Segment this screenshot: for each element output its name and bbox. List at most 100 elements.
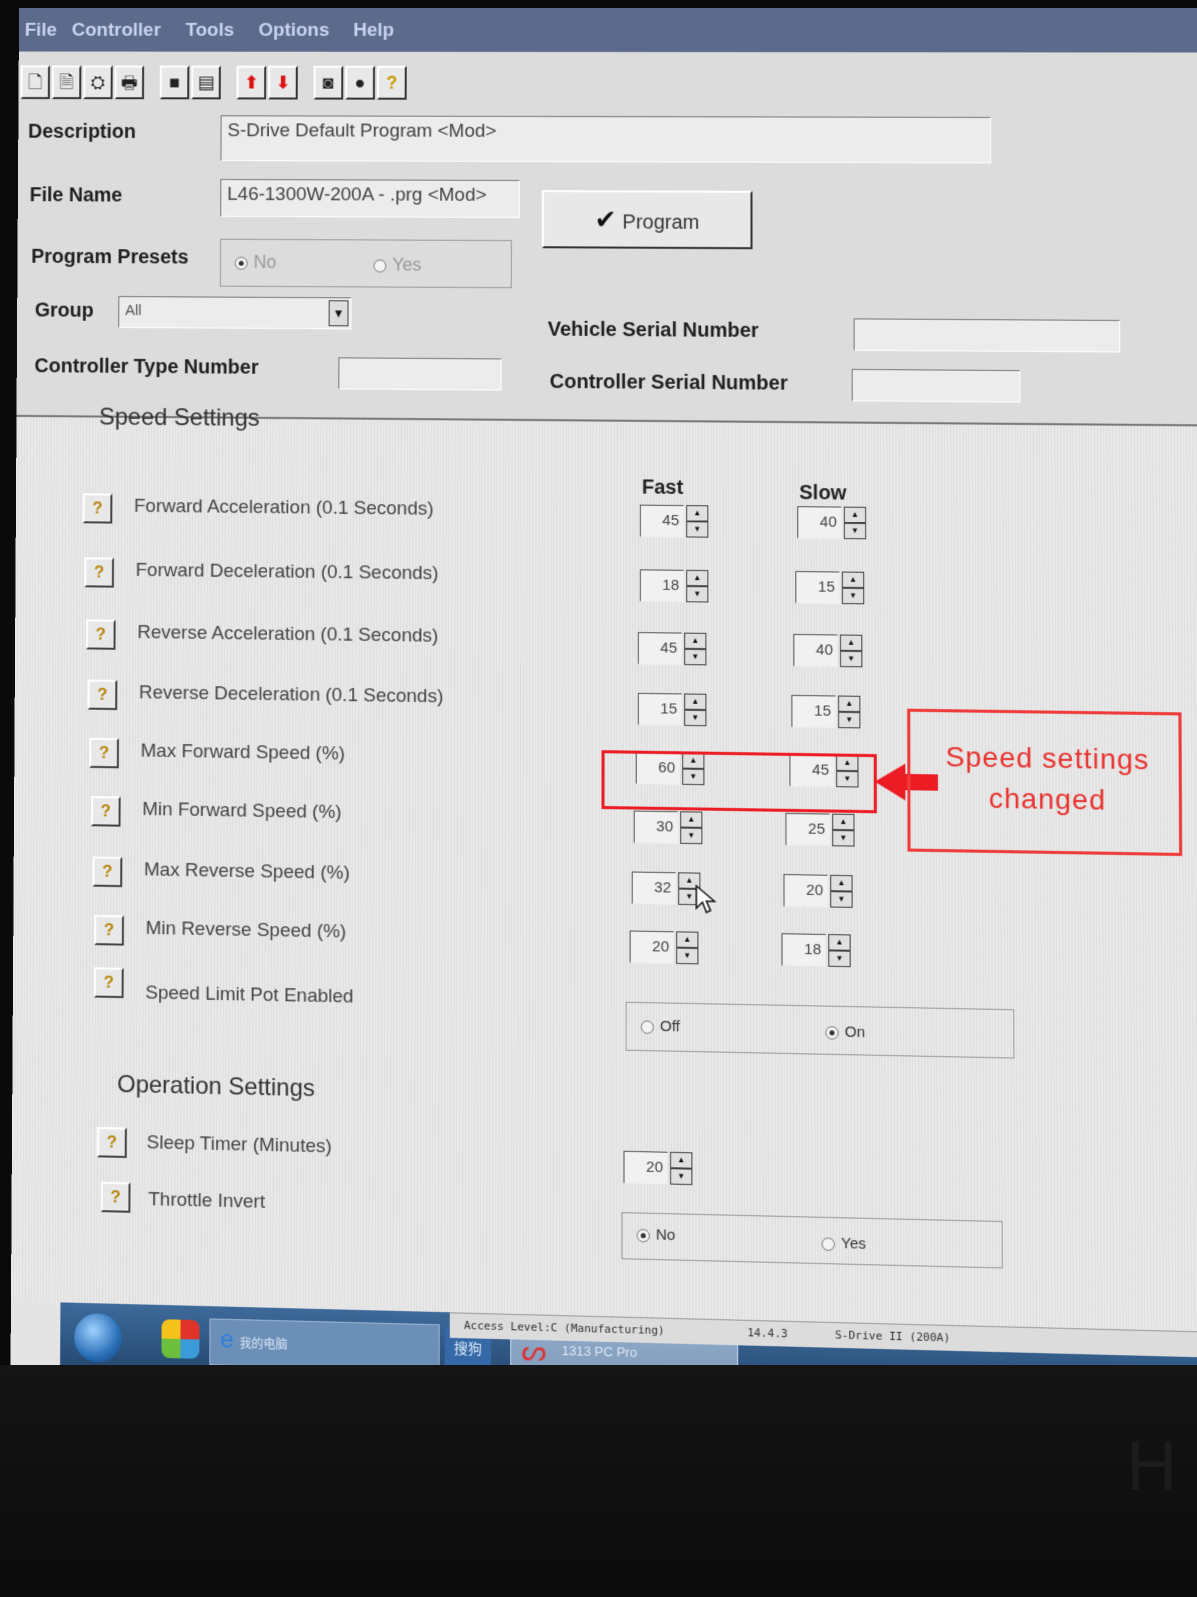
chevron-down-icon[interactable]: ▼	[328, 300, 349, 327]
help-button[interactable]: ?	[82, 493, 113, 524]
program-button[interactable]: ✔ Program	[541, 190, 753, 250]
fast-value-field[interactable]: 15	[637, 692, 683, 726]
help-button[interactable]: ?	[89, 737, 119, 769]
slow-value-spinner[interactable]: 18 ▲ ▼	[781, 933, 853, 968]
presets-no-radio[interactable]: No	[234, 252, 276, 273]
write-arrow-down-icon[interactable]: ⬇	[268, 65, 298, 100]
spin-down-icon[interactable]: ▼	[686, 521, 709, 538]
start-button-icon[interactable]	[73, 1312, 122, 1363]
pot-help-button[interactable]: ?	[93, 967, 124, 999]
fast-value-spinner[interactable]: 45 ▲ ▼	[639, 504, 711, 538]
fast-value-field[interactable]: 18	[639, 569, 685, 603]
spin-up-icon[interactable]: ▲	[830, 874, 853, 892]
app-launcher-icon[interactable]	[161, 1319, 200, 1359]
spin-up-icon[interactable]: ▲	[838, 695, 861, 713]
open-file-icon[interactable]: 🗎	[51, 65, 82, 100]
spin-up-icon[interactable]: ▲	[828, 934, 851, 951]
pot-off-radio[interactable]: Off	[640, 1017, 680, 1035]
spin-up-icon[interactable]: ▲	[832, 813, 855, 831]
throttle-no-radio[interactable]: No	[636, 1226, 675, 1244]
fast-value-spinner[interactable]: 20 ▲ ▼	[629, 930, 701, 965]
lock-icon[interactable]: ●	[345, 65, 376, 100]
spin-down-icon[interactable]: ▼	[828, 950, 851, 968]
sleep-timer-value[interactable]: 20	[623, 1150, 669, 1185]
spin-down-icon[interactable]: ▼	[841, 587, 865, 605]
fast-value-spinner[interactable]: 18 ▲ ▼	[639, 569, 711, 603]
spin-up-icon[interactable]: ▲	[676, 931, 699, 949]
spin-up-icon[interactable]: ▲	[841, 571, 865, 589]
slow-value-field[interactable]: 40	[793, 633, 838, 668]
fast-value-field[interactable]: 45	[639, 504, 685, 538]
menu-help[interactable]: Help	[353, 20, 394, 42]
new-file-icon[interactable]: 🗋	[20, 65, 51, 100]
fast-value-field[interactable]: 45	[637, 632, 683, 666]
throttle-help-button[interactable]: ?	[100, 1181, 131, 1213]
help-button[interactable]: ?	[90, 796, 121, 827]
spin-down-icon[interactable]: ▼	[838, 711, 861, 729]
slow-value-field[interactable]: 40	[797, 506, 842, 540]
spin-up-icon[interactable]: ▲	[670, 1151, 693, 1169]
spin-up-icon[interactable]: ▲	[839, 634, 863, 652]
spin-down-icon[interactable]: ▼	[684, 709, 707, 727]
slow-value-spinner[interactable]: 25 ▲ ▼	[785, 812, 856, 847]
help-button[interactable]: ?	[87, 679, 118, 711]
slow-value-field[interactable]: 18	[781, 933, 827, 967]
spin-up-icon[interactable]: ▲	[686, 569, 709, 587]
slow-value-spinner[interactable]: 40 ▲ ▼	[797, 506, 868, 540]
fast-value-spinner[interactable]: 30 ▲ ▼	[633, 810, 705, 845]
help-button[interactable]: ?	[94, 914, 124, 946]
help-icon[interactable]: ?	[376, 65, 407, 100]
fast-value-field[interactable]: 20	[629, 930, 675, 964]
fast-value-spinner[interactable]: 15 ▲ ▼	[637, 692, 709, 727]
fast-value-field[interactable]: 32	[631, 871, 677, 905]
file-name-field[interactable]: L46-1300W-200A - .prg <Mod>	[220, 178, 520, 219]
save-icon[interactable]: ■	[159, 65, 190, 100]
read-arrow-up-icon[interactable]: ⬆	[236, 65, 267, 100]
help-button[interactable]: ?	[84, 557, 115, 588]
menu-tools[interactable]: Tools	[186, 20, 235, 42]
spin-up-icon[interactable]: ▲	[680, 811, 703, 828]
group-select[interactable]: All ▼	[118, 296, 352, 330]
vehicle-serial-field[interactable]	[853, 318, 1121, 353]
menu-controller[interactable]: Controller	[72, 20, 161, 42]
spin-down-icon[interactable]: ▼	[680, 827, 703, 845]
print-icon[interactable]: 🖶	[114, 65, 145, 100]
spin-down-icon[interactable]: ▼	[684, 648, 707, 666]
fast-value-spinner[interactable]: 45 ▲ ▼	[637, 632, 709, 666]
menu-file[interactable]: File	[25, 20, 57, 42]
spin-up-icon[interactable]: ▲	[684, 693, 707, 711]
taskbar-ie-item[interactable]: e 我的电脑	[209, 1318, 440, 1372]
controller-type-field[interactable]	[338, 357, 502, 391]
print-preview-icon[interactable]: ⛭	[83, 65, 113, 100]
slow-value-field[interactable]: 15	[795, 571, 840, 605]
spin-up-icon[interactable]: ▲	[684, 632, 707, 650]
controller-serial-field[interactable]	[851, 368, 1021, 403]
slow-value-field[interactable]: 25	[785, 812, 831, 847]
menu-options[interactable]: Options	[258, 20, 329, 42]
sleep-timer-spinner[interactable]: 20 ▲ ▼	[623, 1150, 695, 1186]
presets-yes-radio[interactable]: Yes	[373, 254, 422, 275]
fast-value-spinner[interactable]: 32 ▲ ▼	[631, 871, 703, 906]
pot-on-radio[interactable]: On	[825, 1023, 865, 1041]
help-button[interactable]: ?	[92, 856, 123, 888]
throttle-yes-radio[interactable]: Yes	[821, 1234, 866, 1253]
spin-down-icon[interactable]: ▼	[843, 522, 867, 540]
spin-down-icon[interactable]: ▼	[686, 586, 709, 603]
spin-down-icon[interactable]: ▼	[832, 829, 855, 847]
slow-value-spinner[interactable]: 15 ▲ ▼	[795, 571, 866, 605]
slow-value-field[interactable]: 20	[783, 874, 829, 908]
spin-up-icon[interactable]: ▲	[686, 505, 709, 522]
spin-down-icon[interactable]: ▼	[676, 947, 699, 965]
spin-down-icon[interactable]: ▼	[830, 891, 853, 908]
slow-value-field[interactable]: 15	[791, 694, 837, 729]
spin-down-icon[interactable]: ▼	[670, 1168, 693, 1186]
monitor-icon[interactable]: ◙	[313, 65, 344, 100]
fast-value-field[interactable]: 30	[633, 810, 679, 844]
spin-up-icon[interactable]: ▲	[843, 506, 867, 524]
spin-down-icon[interactable]: ▼	[839, 650, 863, 668]
slow-value-spinner[interactable]: 40 ▲ ▼	[793, 633, 864, 668]
slow-value-spinner[interactable]: 15 ▲ ▼	[791, 694, 862, 729]
slow-value-spinner[interactable]: 20 ▲ ▼	[783, 874, 854, 908]
sleep-help-button[interactable]: ?	[96, 1126, 127, 1158]
description-field[interactable]: S-Drive Default Program <Mod>	[220, 115, 992, 164]
